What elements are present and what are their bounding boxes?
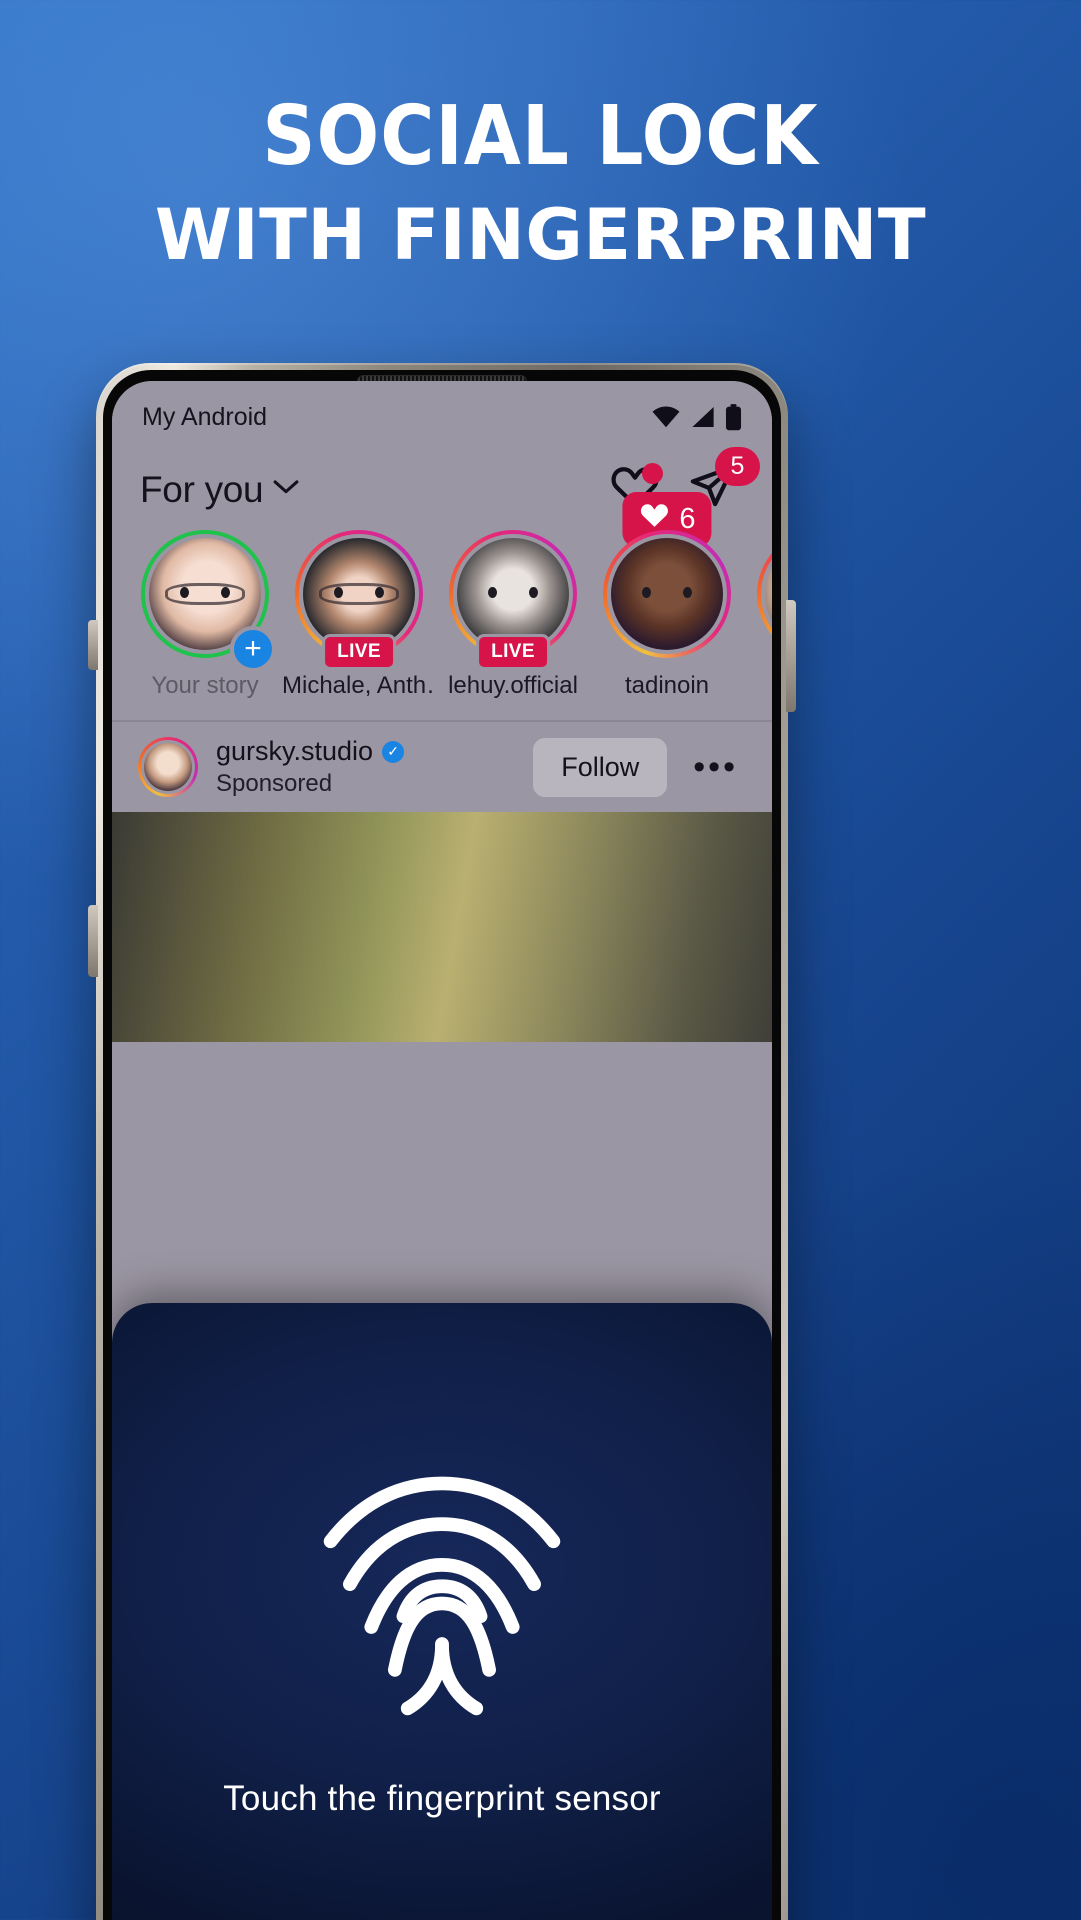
post-username[interactable]: gursky.studio [216, 736, 373, 767]
story-item-lehuy[interactable]: LIVE lehuy.official [436, 530, 590, 700]
post-image [112, 812, 772, 1042]
story-ring [603, 530, 731, 658]
notification-dot [642, 463, 663, 484]
add-story-button[interactable]: + [230, 626, 276, 672]
story-item-tadinoin[interactable]: 6 tadinoin [590, 492, 744, 700]
feed-selector-label: For you [140, 468, 264, 510]
phone-mockup: My Android For you 5 + Your story LIVE M… [96, 363, 788, 1920]
chevron-down-icon [273, 479, 299, 500]
battery-icon [725, 403, 742, 431]
story-label: u [744, 672, 772, 700]
post-avatar[interactable] [138, 737, 198, 797]
fingerprint-lock-overlay: Touch the fingerprint sensor [112, 1303, 772, 1920]
status-bar: My Android [112, 381, 772, 443]
post-more-button[interactable]: ••• [685, 748, 746, 787]
story-label: Your story [151, 672, 259, 699]
post-subtitle: Sponsored [216, 770, 333, 797]
feed-selector[interactable]: For you [140, 469, 299, 511]
post-header: gursky.studio ✓ Sponsored Follow ••• [112, 722, 772, 812]
story-label: tadinoin [624, 672, 710, 699]
story-label: lehuy.official [448, 672, 578, 699]
live-badge: LIVE [322, 634, 396, 670]
messages-badge: 5 [715, 447, 760, 486]
verified-badge-icon: ✓ [382, 740, 405, 763]
signal-icon [690, 405, 716, 429]
phone-bezel: My Android For you 5 + Your story LIVE M… [103, 370, 781, 1920]
phone-volume-button[interactable] [88, 620, 98, 670]
phone-side-button-right[interactable] [786, 600, 796, 712]
phone-power-button[interactable] [88, 905, 98, 977]
headline-line-2: WITH FINGERPRINT [154, 194, 927, 276]
wifi-icon [651, 405, 681, 429]
fingerprint-icon[interactable] [312, 1447, 572, 1717]
social-app: My Android For you 5 + Your story LIVE M… [112, 381, 772, 1920]
story-ring [757, 530, 772, 658]
post-identity: gursky.studio ✓ Sponsored [216, 736, 515, 798]
phone-screen: My Android For you 5 + Your story LIVE M… [112, 381, 772, 1920]
avatar [765, 538, 772, 650]
story-item-michale[interactable]: LIVE Michale, Anth… [282, 530, 436, 700]
story-item-your-story[interactable]: + Your story [128, 530, 282, 700]
status-bar-label: My Android [142, 402, 268, 431]
live-badge: LIVE [476, 634, 550, 670]
status-bar-icons [651, 403, 742, 431]
story-item-partial[interactable]: u [744, 530, 772, 700]
follow-button[interactable]: Follow [533, 737, 668, 797]
stories-row[interactable]: + Your story LIVE Michale, Anth… LIVE le… [112, 492, 772, 700]
story-label: Michale, Anth… [282, 672, 436, 699]
fingerprint-prompt: Touch the fingerprint sensor [223, 1779, 661, 1818]
avatar [611, 538, 723, 650]
post-username-row: gursky.studio ✓ [216, 736, 515, 767]
headline-line-1: SOCIAL LOCK [262, 89, 819, 184]
promo-headline: SOCIAL LOCK WITH FINGERPRINT [0, 89, 1081, 276]
